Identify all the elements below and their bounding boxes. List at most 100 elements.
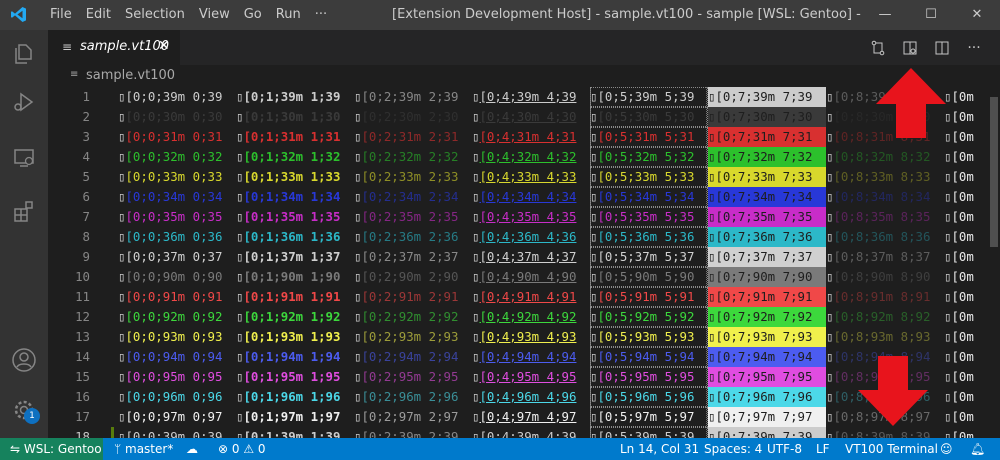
sgr-text: [0;7;39m 7;39 [715, 429, 813, 438]
line-number: 13 [75, 329, 90, 344]
sync-icon[interactable]: ☁ [186, 438, 198, 460]
more-actions-icon[interactable]: ··· [963, 37, 985, 59]
editor-line[interactable]: 18 ▯[0;0;39m 0;39 ▯[0;1;39m 1;39 ▯[0;2;39m … [48, 427, 1000, 438]
column-guide [706, 87, 707, 438]
sgr-underline-cell: ▯[0;4;39m 4;39 [472, 427, 590, 438]
editor-line[interactable]: 3 ▯[0;0;31m 0;31 ▯[0;1;31m 1;31 ▯[0;2;31m 2… [48, 127, 1000, 147]
editor-line[interactable]: 9 ▯[0;0;37m 0;37 ▯[0;1;37m 1;37 ▯[0;2;37m 2… [48, 247, 1000, 267]
sgr-normal-cell: ▯[0;0;34m 0;34 [118, 187, 236, 207]
close-button[interactable]: ✕ [954, 0, 1000, 30]
minimize-button[interactable]: — [862, 0, 908, 30]
sgr-text: [0;0;37m 0;37 [125, 249, 223, 264]
sgr-text: [0;0;91m 0;91 [125, 289, 223, 304]
sgr-text: [0;5;94m 5;94 [597, 349, 695, 364]
manage-gear-icon[interactable] [0, 386, 48, 434]
line-number: 12 [75, 309, 90, 324]
sgr-bold-cell: ▯[0;1;95m 1;95 [236, 367, 354, 387]
sgr-text: [0;7;33m 7;33 [715, 169, 813, 184]
sgr-text: [0;5;97m 5;97 [597, 409, 695, 424]
sgr-blink-cell: ▯[0;5;94m 5;94 [590, 347, 708, 367]
menu-view[interactable]: View [192, 0, 237, 30]
title-bar: File Edit Selection View Go Run ··· [Ext… [0, 0, 1000, 30]
sgr-text: [0;7;34m 7;34 [715, 189, 813, 204]
editor-line[interactable]: 12 ▯[0;0;92m 0;92 ▯[0;1;92m 1;92 ▯[0;2;92m … [48, 307, 1000, 327]
menu-go[interactable]: Go [237, 0, 269, 30]
sgr-text: [0;5;91m 5;91 [597, 289, 695, 304]
sgr-text: [0;4;90m 4;90 [479, 269, 577, 284]
sgr-text: [0;7;32m 7;32 [715, 149, 813, 164]
open-preview-icon[interactable] [899, 37, 921, 59]
sgr-text: [0;0;32m 0;32 [125, 149, 223, 164]
sgr-text: [0m [951, 229, 974, 244]
feedback-icon[interactable]: ☺ [940, 438, 953, 460]
tab-sample-vt100[interactable]: ≡ sample.vt100 ✕ [48, 30, 180, 65]
sgr-dim-cell: ▯[0;2;97m 2;97 [354, 407, 472, 427]
sgr-text: [0;7;95m 7;95 [715, 369, 813, 384]
editor-scrollbar[interactable] [988, 87, 998, 438]
tab-close-icon[interactable]: ✕ [158, 38, 170, 54]
sgr-text: [0;5;92m 5;92 [597, 309, 695, 324]
editor-line[interactable]: 5 ▯[0;0;33m 0;33 ▯[0;1;33m 1;33 ▯[0;2;33m 2… [48, 167, 1000, 187]
sgr-text: [0;2;39m 2;39 [361, 89, 459, 104]
editor-line[interactable]: 11 ▯[0;0;91m 0;91 ▯[0;1;91m 1;91 ▯[0;2;91m … [48, 287, 1000, 307]
sgr-text: [0;2;96m 2;96 [361, 389, 459, 404]
editor-line[interactable]: 4 ▯[0;0;32m 0;32 ▯[0;1;32m 1;32 ▯[0;2;32m 2… [48, 147, 1000, 167]
run-debug-icon[interactable] [0, 78, 48, 126]
sgr-underline-cell: ▯[0;4;34m 4;34 [472, 187, 590, 207]
line-number: 8 [82, 229, 90, 244]
sgr-underline-cell: ▯[0;4;39m 4;39 [472, 87, 590, 107]
menu-file[interactable]: File [43, 0, 79, 30]
sgr-dim-cell: ▯[0;2;34m 2;34 [354, 187, 472, 207]
notifications-bell-icon[interactable]: 🔔︎ [970, 438, 985, 460]
sgr-normal-cell: ▯[0;0;33m 0;33 [118, 167, 236, 187]
line-number: 6 [82, 189, 90, 204]
editor-line[interactable]: 6 ▯[0;0;34m 0;34 ▯[0;1;34m 1;34 ▯[0;2;34m 2… [48, 187, 1000, 207]
extensions-icon[interactable] [0, 188, 48, 236]
sgr-text: [0;8;36m 8;36 [833, 229, 931, 244]
sgr-dim-cell: ▯[0;2;92m 2;92 [354, 307, 472, 327]
sgr-normal-cell: ▯[0;0;39m 0;39 [118, 87, 236, 107]
editor-line[interactable]: 7 ▯[0;0;35m 0;35 ▯[0;1;35m 1;35 ▯[0;2;35m 2… [48, 207, 1000, 227]
menu-run[interactable]: Run [269, 0, 308, 30]
line-number: 5 [82, 169, 90, 184]
cursor-position[interactable]: Ln 14, Col 31 [620, 438, 699, 460]
editor-line[interactable]: 1 ▯[0;0;39m 0;39 ▯[0;1;39m 1;39 ▯[0;2;39m 2… [48, 87, 1000, 107]
sgr-text: [0;1;39m 1;39 [243, 429, 341, 438]
sgr-underline-cell: ▯[0;4;93m 4;93 [472, 327, 590, 347]
editor-line[interactable]: 10 ▯[0;0;90m 0;90 ▯[0;1;90m 1;90 ▯[0;2;90m … [48, 267, 1000, 287]
sgr-underline-cell: ▯[0;4;35m 4;35 [472, 207, 590, 227]
remote-explorer-icon[interactable] [0, 134, 48, 182]
scrollbar-thumb[interactable] [990, 97, 998, 247]
editor-line[interactable]: 2 ▯[0;0;30m 0;30 ▯[0;1;30m 1;30 ▯[0;2;30m 2… [48, 107, 1000, 127]
end-of-line[interactable]: LF [816, 438, 830, 460]
warning-icon: ⚠ [243, 442, 258, 456]
explorer-icon[interactable] [0, 30, 48, 78]
branch-item[interactable]: ᛘ master* [114, 438, 173, 460]
menu-selection[interactable]: Selection [118, 0, 192, 30]
remote-indicator[interactable]: ⇋ WSL: Gentoo [0, 438, 103, 460]
editor-line[interactable]: 8 ▯[0;0;36m 0;36 ▯[0;1;36m 1;36 ▯[0;2;36m 2… [48, 227, 1000, 247]
sgr-text: [0;8;90m 8;90 [833, 269, 931, 284]
open-changes-icon[interactable] [867, 37, 889, 59]
encoding[interactable]: UTF-8 [767, 438, 802, 460]
problems-item[interactable]: ⊗ 0 ⚠ 0 [218, 438, 266, 460]
sgr-blink-cell: ▯[0;5;93m 5;93 [590, 327, 708, 347]
sgr-bold-cell: ▯[0;1;94m 1;94 [236, 347, 354, 367]
maximize-button[interactable]: ☐ [908, 0, 954, 30]
sgr-text: [0;1;97m 1;97 [243, 409, 341, 424]
sgr-text: [0;8;32m 8;32 [833, 149, 931, 164]
editor-line[interactable]: 13 ▯[0;0;93m 0;93 ▯[0;1;93m 1;93 ▯[0;2;93m … [48, 327, 1000, 347]
split-editor-icon[interactable] [931, 37, 953, 59]
sgr-hidden-cell: ▯[0;8;34m 8;34 [826, 187, 944, 207]
menu-edit[interactable]: Edit [79, 0, 118, 30]
sgr-blink-cell: ▯[0;5;35m 5;35 [590, 207, 708, 227]
sgr-text: [0;1;90m 1;90 [243, 269, 341, 284]
menu-more[interactable]: ··· [308, 0, 334, 30]
error-icon: ⊗ [218, 442, 232, 456]
language-mode[interactable]: VT100 Terminal [845, 438, 938, 460]
sgr-text: [0;2;93m 2;93 [361, 329, 459, 344]
breadcrumb-file[interactable]: sample.vt100 [86, 68, 175, 83]
indentation[interactable]: Spaces: 4 [704, 438, 762, 460]
line-number: 4 [82, 149, 90, 164]
account-icon[interactable] [0, 336, 48, 384]
